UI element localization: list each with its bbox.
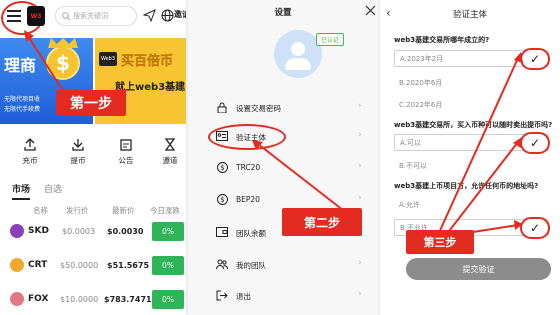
menu-item-label: 设置交易密码	[236, 104, 281, 113]
wallet-icon	[216, 226, 228, 238]
question-1: web3基建交易所哪年成立的?	[394, 36, 490, 44]
step-arrow	[252, 140, 349, 215]
market-tabs: 市场 自选	[12, 182, 62, 200]
announcement-icon	[106, 136, 146, 152]
step-arrow	[24, 30, 66, 95]
issue-price: $0.0003	[62, 227, 96, 236]
col-issue: 发行价	[66, 206, 89, 215]
col-change: 今日涨跌	[150, 206, 180, 215]
logout-icon	[216, 289, 228, 301]
quick-withdraw[interactable]: 提币	[58, 136, 98, 166]
chevron-right-icon: ›	[358, 130, 362, 140]
quick-announcement-label: 公告	[118, 156, 134, 165]
coin-icon: $	[216, 161, 228, 173]
coin-icon	[10, 224, 24, 238]
svg-text:$: $	[220, 164, 224, 172]
download-icon	[58, 136, 98, 152]
hourglass-icon	[154, 136, 186, 152]
menu-item-my-team[interactable]: 我的团队 ›	[188, 252, 378, 278]
quick-deposit-label: 充币	[22, 156, 38, 165]
issue-price: $10.0000	[60, 295, 99, 304]
app-logo: W3	[27, 6, 45, 26]
search-placeholder: 搜索关键词	[73, 12, 108, 20]
globe-icon[interactable]	[160, 8, 174, 22]
upload-icon	[10, 136, 50, 152]
verify-screen: ‹ 验证主体 web3基建交易所哪年成立的? A.2023年2月 B.2020年…	[380, 0, 560, 315]
banner-left-line3: 无限代手续费	[4, 106, 41, 113]
quick-deposit[interactable]: 充币	[10, 136, 50, 166]
chevron-right-icon: ›	[358, 161, 362, 171]
menu-item-label: 团队余额	[236, 229, 266, 238]
avatar-head	[291, 42, 305, 56]
page-title: 设置	[274, 8, 292, 18]
close-icon[interactable]	[364, 4, 376, 16]
invite-link[interactable]: 邀请	[174, 9, 186, 20]
step-arrows	[437, 52, 523, 236]
table-row[interactable]: CRT $50.0000 $51.5675 0%	[0, 253, 186, 279]
col-name: 名称	[33, 206, 48, 215]
quick-withdraw-label: 提币	[70, 156, 86, 165]
menu-item-trade-password[interactable]: 设置交易密码 ›	[188, 95, 378, 121]
latest-price: $783.7471	[104, 295, 152, 304]
submit-verify-button[interactable]: 提交验证	[406, 258, 551, 280]
avatar-body	[285, 58, 311, 70]
coin-symbol: SKD	[28, 226, 49, 236]
col-latest: 最新价	[112, 206, 135, 215]
coin-symbol: CRT	[28, 260, 48, 270]
web3-logo: Web3	[99, 52, 117, 66]
quick-channel[interactable]: 遵道	[154, 136, 186, 166]
quick-announcement[interactable]: 公告	[106, 136, 146, 166]
page-title: 验证主体	[452, 10, 487, 20]
avatar[interactable]	[274, 30, 322, 78]
search-icon	[62, 12, 70, 20]
step-two-label: 第二步	[282, 208, 362, 236]
change-badge: 0%	[152, 290, 184, 309]
tab-market[interactable]: 市场	[12, 182, 31, 200]
banner-right-title: 买百倍币	[121, 54, 174, 69]
chevron-right-icon: ›	[358, 193, 362, 203]
coin-icon: $	[216, 193, 228, 205]
menu-item-logout[interactable]: 退出 ›	[188, 283, 378, 309]
tab-favorites[interactable]: 自选	[44, 182, 62, 200]
coin-icon	[10, 292, 24, 306]
search-input[interactable]: 搜索关键词	[55, 6, 137, 26]
chevron-right-icon: ›	[358, 101, 362, 111]
latest-price: $51.5675	[107, 261, 150, 270]
chevron-right-icon: ›	[358, 258, 362, 268]
coin-icon	[10, 258, 24, 272]
chevron-right-icon: ›	[358, 289, 362, 299]
issue-price: $50.0000	[60, 261, 99, 270]
settings-screen: 设置 已认证 设置交易密码 › 验证主体 › $ TRC20 › $ BEP20…	[188, 0, 378, 315]
change-badge: 0%	[152, 256, 184, 275]
menu-item-label: 我的团队	[236, 261, 266, 270]
menu-item-label: 退出	[236, 292, 251, 301]
table-row[interactable]: FOX $10.0000 $783.7471 0%	[0, 287, 186, 313]
svg-text:$: $	[220, 196, 224, 204]
table-row[interactable]: SKD $0.0003 $0.0030 0%	[0, 219, 186, 245]
team-icon	[216, 258, 228, 270]
home-screen: W3 搜索关键词 邀请 理商 无限代项目收 无限代手续费 $ Web3 买百倍币…	[0, 0, 186, 315]
latest-price: $0.0030	[107, 227, 144, 236]
quick-channel-label: 遵道	[162, 156, 178, 165]
verified-badge: 已认证	[316, 33, 345, 46]
change-badge: 0%	[152, 222, 184, 241]
coin-symbol: FOX	[28, 294, 49, 304]
lock-icon	[216, 101, 228, 113]
send-icon[interactable]	[142, 8, 156, 22]
step-three-label: 第三步	[406, 230, 474, 254]
